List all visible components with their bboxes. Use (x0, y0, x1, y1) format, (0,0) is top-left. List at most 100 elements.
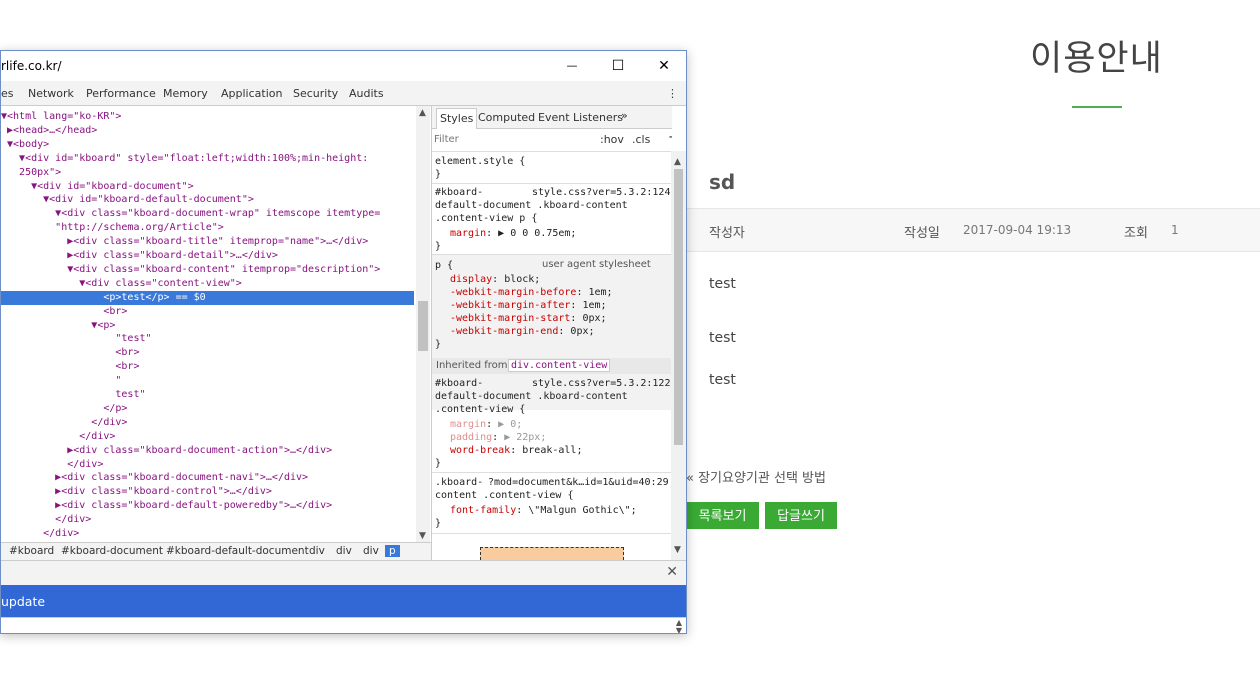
prop-name: -webkit-margin-after (450, 300, 571, 311)
content-line-2: test (709, 330, 736, 346)
dom-node-line[interactable]: </div> (1, 430, 414, 444)
content-line-1: test (709, 276, 736, 292)
hover-state-toggle[interactable]: :hov (600, 133, 624, 146)
tab-audits[interactable]: Audits (349, 87, 384, 100)
minimize-button[interactable]: — (549, 51, 595, 81)
styles-scroll-up-icon[interactable]: ▲ (674, 157, 681, 167)
styles-scrollbar[interactable]: ▲ ▼ (671, 151, 686, 560)
rule2-prop-2: -webkit-margin-before: 1em; (450, 287, 613, 298)
dom-node-line[interactable]: </p> (1, 402, 414, 416)
rule4-close: } (435, 518, 442, 529)
prop-name: -webkit-margin-before (450, 287, 577, 298)
dom-node-line[interactable]: "http://schema.org/Article"> (1, 221, 414, 235)
scroll-thumb[interactable] (418, 301, 428, 351)
inherited-header: Inherited from div.content-view (432, 358, 672, 374)
dom-node-line[interactable]: ▼<div id="kboard-default-document"> (1, 193, 414, 207)
rule4-prop: font-family: \"Malgun Gothic\"; (450, 505, 637, 516)
dom-node-line[interactable]: ▼<div class="kboard-content" itemprop="d… (1, 263, 414, 277)
prop-name: margin (450, 419, 487, 430)
dom-node-line[interactable]: <br> (1, 305, 414, 319)
prop-name: font-family (450, 505, 517, 516)
prev-post-link[interactable]: « 장기요양기관 선택 방법 (686, 467, 826, 486)
reply-button[interactable]: 답글쓰기 (765, 502, 837, 529)
inherited-label: Inherited from (436, 360, 508, 371)
breadcrumb-kboard[interactable]: #kboard (9, 545, 54, 557)
elements-scrollbar[interactable]: ▲ ▼ (416, 106, 430, 546)
dom-node-line[interactable]: " (1, 374, 414, 388)
breadcrumb-div-3[interactable]: div (363, 545, 379, 557)
console-input-row[interactable]: ▲ ▼ (1, 617, 686, 634)
dom-node-line[interactable]: </div> (1, 458, 414, 472)
dom-node-line[interactable]: ▶<div class="kboard-document-action">…</… (1, 444, 414, 458)
add-rule-icon[interactable]: + (668, 130, 672, 145)
dom-node-line[interactable]: </div> (1, 416, 414, 430)
document-title: sd (709, 170, 736, 194)
tab-memory[interactable]: Memory (163, 87, 208, 100)
kebab-icon[interactable]: ⋮ (667, 87, 678, 100)
more-tabs-icon[interactable]: » (621, 109, 628, 122)
breadcrumb-kboard-document[interactable]: #kboard-document (61, 545, 163, 557)
dom-node-line[interactable]: <p>test</p> == $0 (1, 290, 414, 305)
prop-name: padding (450, 432, 493, 443)
styles-scroll-down-icon[interactable]: ▼ (674, 545, 681, 555)
dom-node-line[interactable]: </div> (1, 527, 414, 541)
dom-node-line[interactable]: </div> (1, 513, 414, 527)
dom-node-line[interactable]: ▼<body> (1, 138, 414, 152)
tab-network[interactable]: Network (28, 87, 74, 100)
rule2-selector: p { (435, 260, 454, 271)
dom-node-line[interactable]: 250px"> (1, 166, 414, 180)
tab-performance[interactable]: Performance (86, 87, 156, 100)
styles-scroll-thumb[interactable] (674, 169, 683, 445)
prop-value: \"Malgun Gothic\"; (528, 505, 637, 516)
breadcrumb-p[interactable]: p (385, 545, 400, 557)
rule1-source-link[interactable]: style.css?ver=5.3.2:124 (532, 186, 670, 199)
rule4-source-link[interactable]: ?mod=document&k…id=1&uid=40:29 (488, 476, 669, 489)
rule3-selector-1: #kboard- (435, 378, 484, 389)
tab-event-listeners[interactable]: Event Listeners (538, 111, 623, 124)
rule1-selector-3: .content-view p { (435, 213, 538, 224)
dom-node-line[interactable]: ▼<div class="content-view"> (1, 277, 414, 291)
prop-value: ▶ 22px; (504, 432, 547, 443)
tab-application[interactable]: Application (221, 87, 282, 100)
update-text: update (1, 594, 46, 609)
element-style-selector: element.style { (435, 156, 526, 167)
rule3-source-link[interactable]: style.css?ver=5.3.2:122 (532, 377, 670, 390)
breadcrumb-kboard-default-document[interactable]: #kboard-default-document (166, 545, 309, 557)
drawer-close-icon[interactable]: ✕ (666, 564, 678, 580)
styles-filter-input[interactable] (434, 132, 564, 146)
dom-node-line[interactable]: ▶<div class="kboard-document-navi">…</di… (1, 471, 414, 485)
dom-node-line[interactable]: ▼<div class="kboard-document-wrap" items… (1, 207, 414, 221)
console-scroll-icon[interactable]: ▲ ▼ (676, 619, 682, 634)
inherited-from-node[interactable]: div.content-view (508, 359, 611, 372)
dom-node-line[interactable]: ▶<div class="kboard-title" itemprop="nam… (1, 235, 414, 249)
prop-name: -webkit-margin-start (450, 313, 571, 324)
list-button[interactable]: 목록보기 (686, 502, 759, 529)
window-titlebar: rlife.co.kr/ — ☐ ✕ (1, 51, 686, 81)
dom-node-line[interactable]: ▶<div class="kboard-default-poweredby">…… (1, 499, 414, 513)
breadcrumb-div-1[interactable]: div (309, 545, 325, 557)
dom-node-line[interactable]: "test" (1, 332, 414, 346)
dom-node-line[interactable]: ▼<p> (1, 319, 414, 333)
dom-node-line[interactable]: ▶<div class="kboard-control">…</div> (1, 485, 414, 499)
scroll-down-icon[interactable]: ▼ (419, 531, 426, 541)
tab-styles[interactable]: Styles (436, 108, 478, 129)
tab-sources[interactable]: es (1, 87, 14, 100)
breadcrumb-div-2[interactable]: div (336, 545, 352, 557)
dom-node-line[interactable]: ▼<div id="kboard-document"> (1, 180, 414, 194)
title-underline (1072, 106, 1122, 108)
maximize-button[interactable]: ☐ (595, 51, 641, 81)
tab-computed[interactable]: Computed (478, 111, 535, 124)
dom-node-line[interactable]: ▶<div class="kboard-detail">…</div> (1, 249, 414, 263)
close-button[interactable]: ✕ (641, 51, 686, 81)
prop-value: ▶ 0 0 0.75em; (498, 228, 577, 239)
scroll-up-icon[interactable]: ▲ (419, 108, 426, 118)
dom-node-line[interactable]: test" (1, 388, 414, 402)
class-toggle[interactable]: .cls (632, 133, 650, 146)
page-title: 이용안내 (1030, 39, 1163, 79)
dom-node-line[interactable]: ▶<head>…</head> (1, 124, 414, 138)
dom-node-line[interactable]: <br> (1, 346, 414, 360)
dom-node-line[interactable]: ▼<div id="kboard" style="float:left;widt… (1, 152, 414, 166)
dom-node-line[interactable]: ▼<html lang="ko-KR"> (1, 110, 414, 124)
dom-node-line[interactable]: <br> (1, 360, 414, 374)
tab-security[interactable]: Security (293, 87, 338, 100)
